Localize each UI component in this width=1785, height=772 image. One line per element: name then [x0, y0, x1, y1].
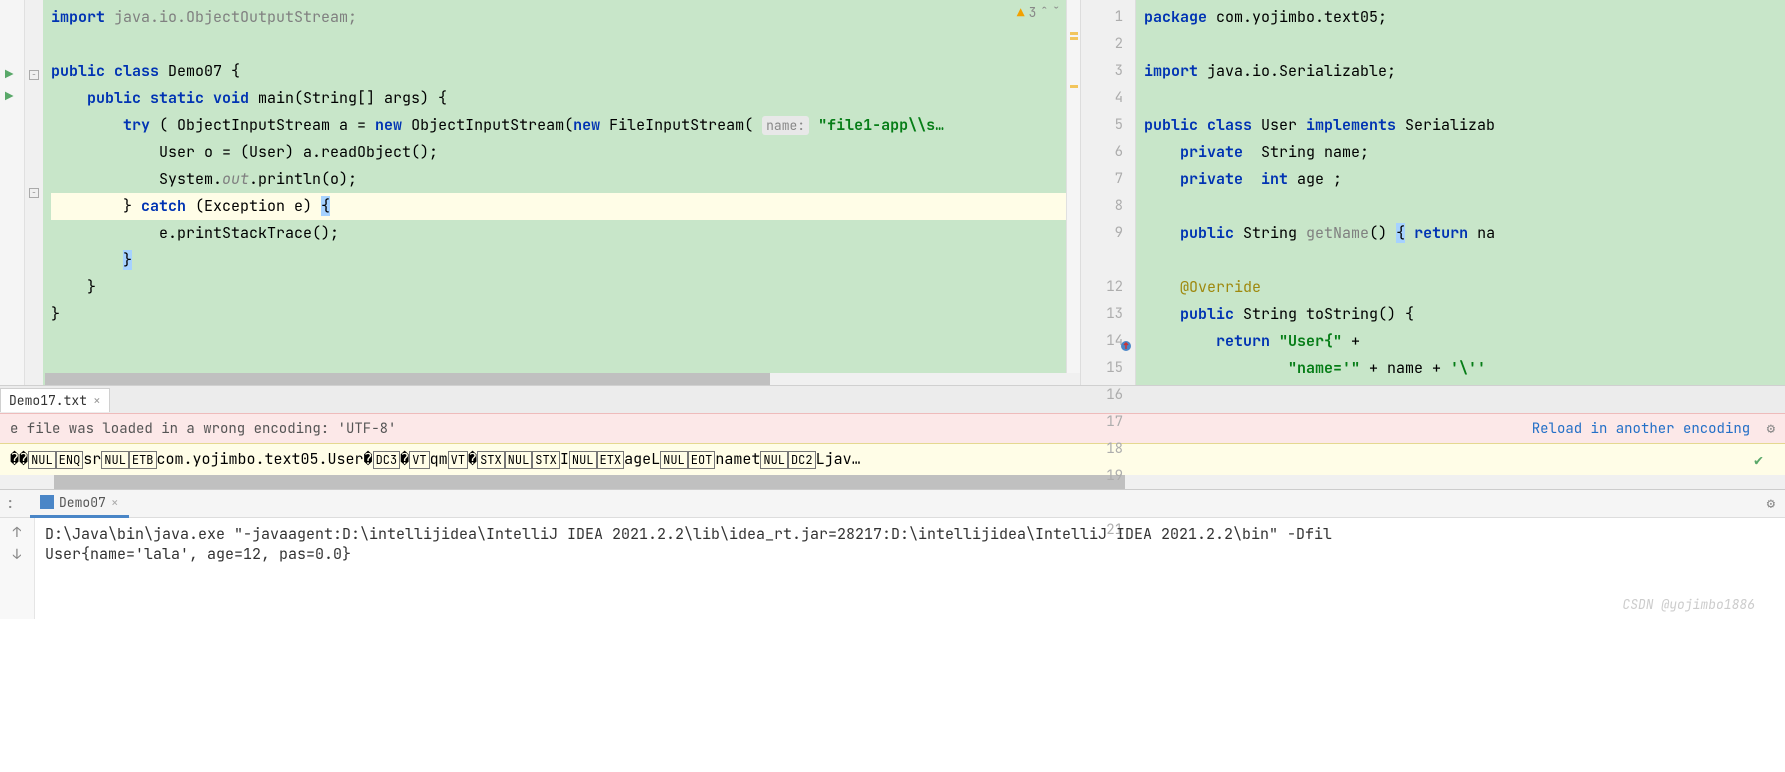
arrow-down-icon[interactable]: ↓	[0, 546, 34, 564]
tab-label: Demo17.txt	[9, 392, 87, 409]
inspection-badge[interactable]: ▲ 3 ˆ ˇ	[1017, 4, 1060, 21]
chevron-up-icon[interactable]: ˆ	[1040, 4, 1048, 21]
run-tab-demo07[interactable]: Demo07 ×	[30, 490, 129, 518]
binary-text: ��NULENQsrNULETBcom.yojimbo.text05.User�…	[10, 443, 861, 476]
left-editor-pane: ▶ ▶ − − import java.io.ObjectOutputStrea…	[0, 0, 1080, 385]
run-line-icon[interactable]: ▶	[5, 66, 19, 80]
fold-gutter: − −	[25, 0, 43, 385]
close-icon[interactable]: ×	[111, 494, 119, 511]
binary-content-row: ��NULENQsrNULETBcom.yojimbo.text05.User�…	[0, 443, 1785, 475]
run-line-icon[interactable]: ▶	[5, 88, 19, 102]
gutter: ▶ ▶	[0, 0, 25, 385]
watermark: CSDN @yojimbo1886	[1622, 596, 1755, 613]
reload-encoding-link[interactable]: Reload in another encoding	[1532, 420, 1750, 438]
run-toolbar: ↑ ↓	[0, 518, 35, 619]
gear-icon[interactable]: ⚙	[1767, 495, 1775, 513]
run-tab-label: Demo07	[59, 494, 106, 511]
check-icon: ✔	[1754, 444, 1763, 476]
console-output-line: User{name='lala', age=12, pas=0.0}	[45, 544, 1775, 564]
binary-scrollbar[interactable]	[0, 475, 1785, 489]
fold-toggle-icon[interactable]: −	[29, 70, 39, 80]
chevron-down-icon[interactable]: ˇ	[1052, 4, 1060, 21]
encoding-message: e file was loaded in a wrong encoding: '…	[10, 420, 396, 438]
fold-toggle-icon[interactable]: −	[29, 188, 39, 198]
run-tab-bar: : Demo07 × ⚙	[0, 490, 1785, 518]
console-output[interactable]: D:\Java\bin\java.exe "-javaagent:D:\inte…	[35, 518, 1785, 619]
console-cmd-line: D:\Java\bin\java.exe "-javaagent:D:\inte…	[45, 524, 1775, 544]
run-label: :	[6, 495, 14, 513]
gear-icon[interactable]: ⚙	[1767, 420, 1775, 438]
arrow-up-icon[interactable]: ↑	[0, 524, 34, 542]
app-icon	[40, 495, 54, 509]
run-tool-window: : Demo07 × ⚙ ↑ ↓ D:\Java\bin\java.exe "-…	[0, 489, 1785, 619]
right-editor-pane: 12345678912131415161718192021 package co…	[1080, 0, 1785, 385]
error-stripe[interactable]	[1066, 0, 1080, 385]
close-icon[interactable]: ×	[93, 392, 101, 409]
line-number-gutter: 12345678912131415161718192021	[1081, 0, 1136, 385]
h-scrollbar[interactable]	[45, 373, 1080, 385]
left-code-area[interactable]: import java.io.ObjectOutputStream;public…	[43, 0, 1080, 385]
right-code-area[interactable]: package com.yojimbo.text05;import java.i…	[1136, 0, 1785, 385]
tab-demo17[interactable]: Demo17.txt ×	[0, 388, 110, 412]
file-tab-bar: Demo17.txt ×	[0, 385, 1785, 413]
encoding-warning-bar: e file was loaded in a wrong encoding: '…	[0, 413, 1785, 443]
warn-count: 3	[1029, 4, 1037, 21]
